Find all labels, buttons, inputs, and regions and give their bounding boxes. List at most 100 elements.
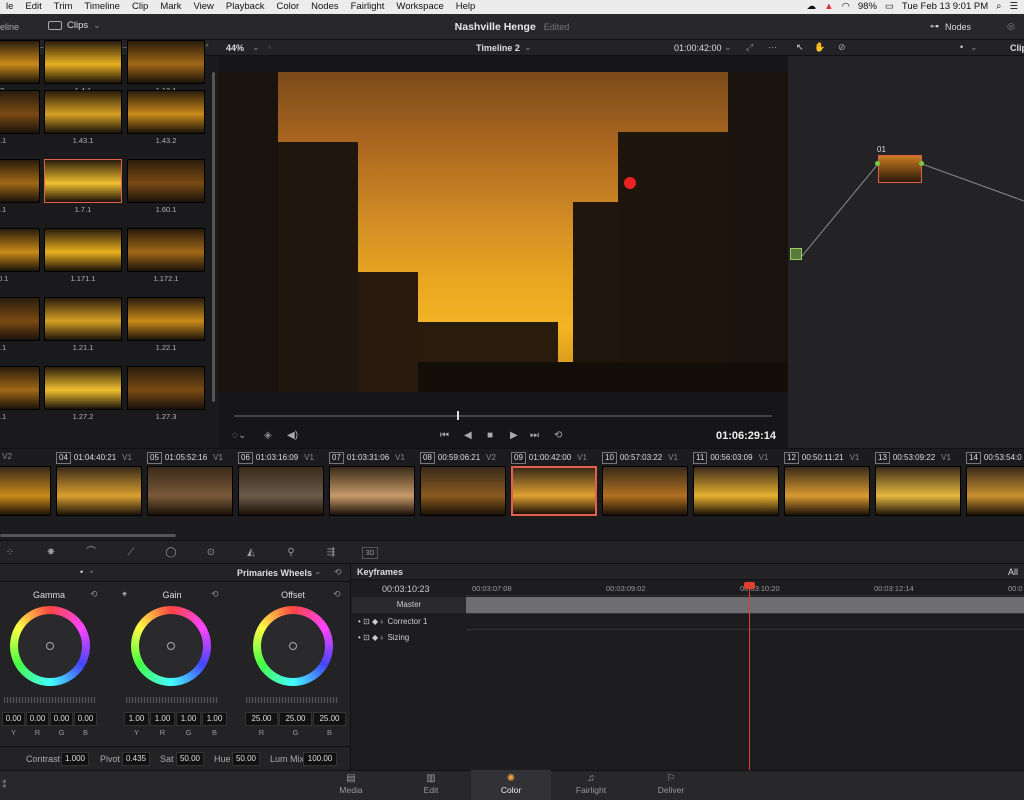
menu-list-icon[interactable]: ☰ [1009,0,1018,14]
gamma-value-r[interactable]: 0.00 [26,712,49,726]
lum-mix-value[interactable]: 100.00 [303,752,337,766]
timeline-clip[interactable] [0,466,51,516]
clock[interactable]: Tue Feb 13 9:01 PM [902,0,988,14]
timeline-clip[interactable] [602,466,688,516]
master-keyframe-track[interactable] [466,597,1024,613]
offset-wheel-handle[interactable] [289,642,297,650]
skip-back-icon[interactable]: ⏮ [440,430,449,441]
offset-value-r[interactable]: 25.00 [245,712,278,726]
media-thumbnail[interactable] [0,297,40,341]
curves-icon[interactable]: ⌒ [85,547,97,559]
timeline-clip[interactable] [238,466,324,516]
menu-file[interactable]: le [0,0,19,14]
gain-value-g[interactable]: 1.00 [176,712,201,726]
sat-value[interactable]: 50.00 [176,752,204,766]
play-reverse-icon[interactable]: ◀ [464,430,472,441]
skip-forward-icon[interactable]: ⏭ [530,430,539,441]
gamma-value-b[interactable]: 0.00 [74,712,97,726]
page-tab-color[interactable]: ✺ Color [471,770,551,800]
hand-icon[interactable]: ✋ [814,42,825,53]
media-thumbnail[interactable] [44,366,122,410]
clip-header[interactable]: 09 01:00:42:00 V1 [511,452,587,464]
keyframes-filter[interactable]: All [1008,567,1018,577]
clip-header[interactable]: 05 01:05:52:16 V1 [147,452,223,464]
creative-cloud-icon[interactable]: ☁ [807,0,817,14]
menu-fairlight[interactable]: Fairlight [345,0,391,14]
reset-icon[interactable]: ⟲ [90,589,98,600]
qualifier-icon[interactable]: ⟋ [125,547,137,559]
node-mode-label[interactable]: Clip [1010,43,1024,53]
timeline-clip[interactable] [511,466,597,516]
pivot-value[interactable]: 0.435 [122,752,150,766]
offset-value-b[interactable]: 25.00 [313,712,346,726]
chevron-down-icon[interactable]: ⌄ [252,42,260,53]
page-tab-deliver[interactable]: ⚐ Deliver [631,770,711,800]
keyframe-current-tc[interactable]: 00:03:10:23 [382,584,430,594]
play-icon[interactable]: ▶ [510,430,518,441]
viewer-frame[interactable] [218,72,788,392]
reset-icon[interactable]: ⟲ [333,589,341,600]
clip-header[interactable]: 06 01:03:16:09 V1 [238,452,314,464]
gamma-master-slider[interactable] [4,697,96,703]
scrubber-handle[interactable] [457,411,459,420]
node-output-port[interactable] [919,161,924,166]
gamma-value-g[interactable]: 0.00 [50,712,73,726]
corrector-node-01[interactable] [878,155,922,183]
timeline-clip[interactable] [966,466,1024,516]
media-thumbnail[interactable] [0,159,40,203]
offset-value-g[interactable]: 25.00 [279,712,312,726]
gain-value-b[interactable]: 1.00 [202,712,227,726]
chevron-down-icon[interactable]: ⌄ [970,42,978,53]
crosshair-icon[interactable]: ⌖ [122,589,127,600]
page-tab-media[interactable]: ▤ Media [311,770,391,800]
offset-wheel[interactable] [253,606,333,686]
scrubber-track[interactable] [234,415,772,417]
key-icon[interactable]: ⚲ [285,547,297,559]
corrector-1-row[interactable]: • ⊡ ◆ › Corrector 1 [352,614,466,630]
clip-header[interactable]: 12 00:50:11:21 V1 [784,452,859,464]
sizing-row[interactable]: • ⊡ ◆ › Sizing [352,630,466,646]
timeline-clip[interactable] [56,466,142,516]
clips-button[interactable]: Clips ⌄ [48,20,101,31]
fullscreen-icon[interactable]: ⤢ [746,42,753,53]
viewer-option-icon[interactable]: ◦ [268,42,271,52]
menu-timeline[interactable]: Timeline [78,0,126,14]
gamma-wheel-handle[interactable] [46,642,54,650]
keyframes-playhead[interactable] [749,583,750,770]
color-match-icon[interactable]: ✸ [45,547,57,559]
menu-trim[interactable]: Trim [48,0,79,14]
reset-icon[interactable]: ⟲ [334,567,342,578]
timeline-clip[interactable] [329,466,415,516]
media-thumbnail[interactable] [44,40,122,84]
media-thumbnail[interactable] [44,297,122,341]
menu-mark[interactable]: Mark [154,0,187,14]
media-thumbnail[interactable] [0,228,40,272]
camera-raw-icon[interactable]: ⁘ [4,547,16,559]
media-thumbnail[interactable] [44,228,122,272]
pool-scrollbar[interactable] [212,72,215,402]
gain-master-slider[interactable] [126,697,218,703]
menu-clip[interactable]: Clip [126,0,154,14]
media-thumbnail[interactable] [127,228,205,272]
zoom-level[interactable]: 44% [226,43,244,53]
adobe-icon[interactable]: ▲ [824,0,833,14]
menu-color[interactable]: Color [270,0,305,14]
clip-header[interactable]: 10 00:57:03:22 V1 [602,452,678,464]
page-dot-icon[interactable]: • [90,567,93,577]
viewer-timecode[interactable]: 01:00:42:00 [674,43,722,53]
gain-wheel-handle[interactable] [167,642,175,650]
media-thumbnail[interactable] [44,90,122,134]
page-tab-fairlight[interactable]: ♫ Fairlight [551,770,631,800]
nodes-button[interactable]: ⊶ Nodes [930,21,971,32]
timeline-clip[interactable] [147,466,233,516]
wifi-icon[interactable]: ◠ [842,0,850,14]
window-icon[interactable]: ◯ [165,547,177,559]
loop-icon[interactable]: ⟲ [554,430,562,441]
media-thumbnail[interactable] [0,40,40,84]
media-thumbnail[interactable] [127,366,205,410]
menu-workspace[interactable]: Workspace [390,0,449,14]
gamma-wheel[interactable] [10,606,90,686]
volume-icon[interactable]: ◀) [287,430,298,441]
timeline-clip[interactable] [784,466,870,516]
menu-help[interactable]: Help [450,0,482,14]
